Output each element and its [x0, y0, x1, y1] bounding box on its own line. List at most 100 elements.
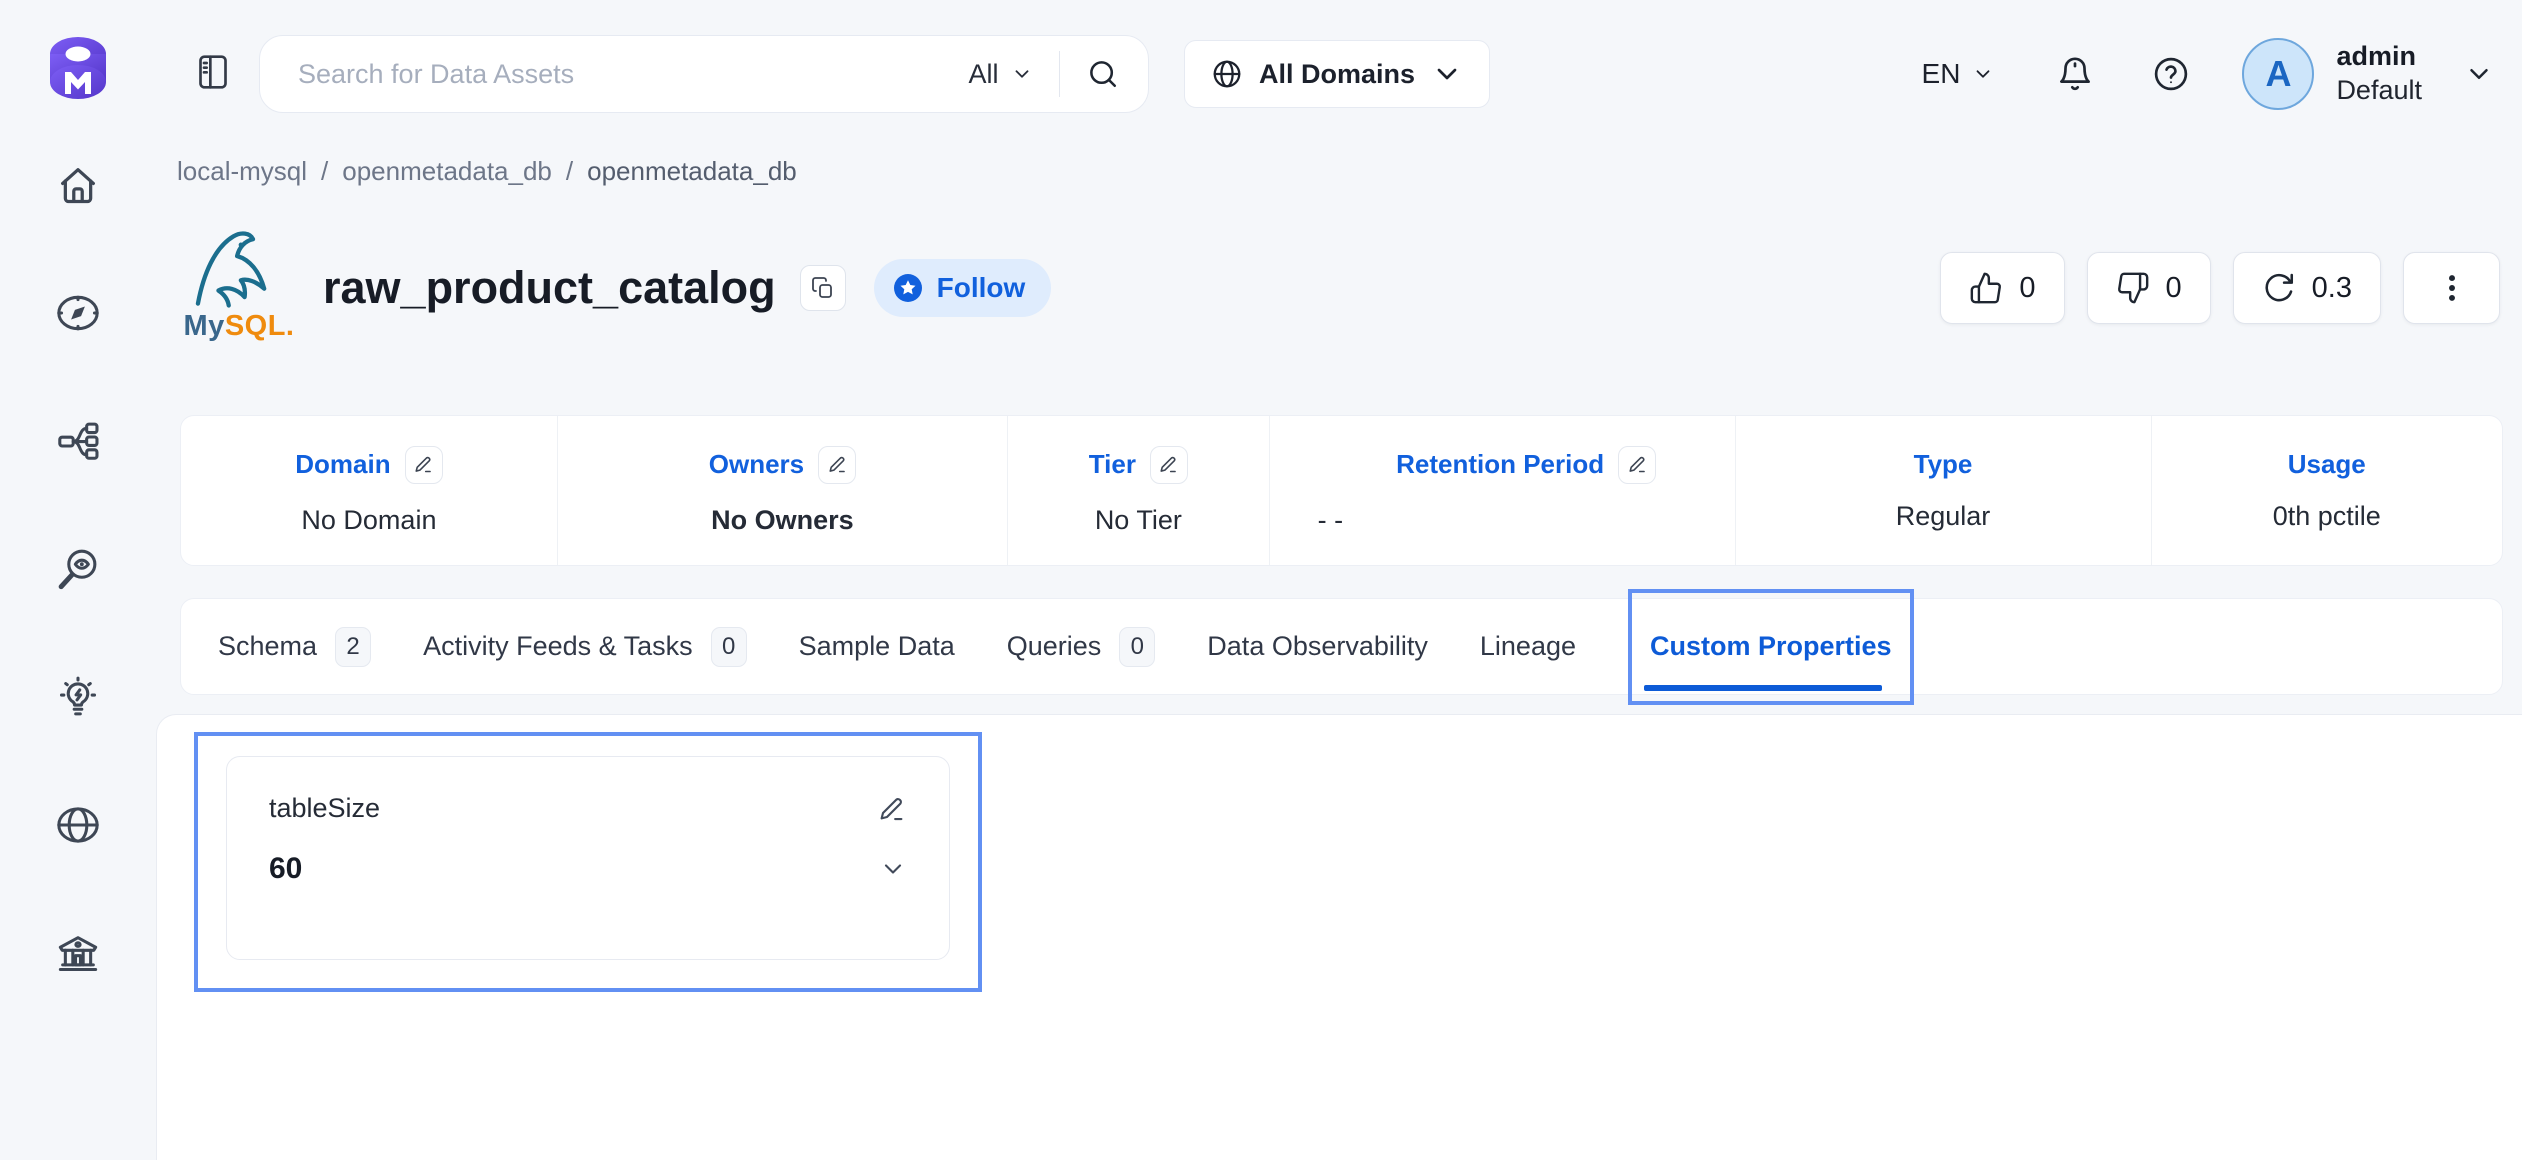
sidebar-item-govern[interactable]: [55, 930, 101, 976]
retention-label: Retention Period: [1396, 449, 1604, 480]
help-icon[interactable]: [2152, 55, 2190, 93]
tab-queries[interactable]: Queries 0: [1007, 627, 1156, 667]
chevron-down-icon: [1972, 63, 1994, 85]
sidebar-nav: [55, 162, 101, 976]
domain-label: Domain: [295, 449, 390, 480]
all-domains-button[interactable]: All Domains: [1184, 40, 1490, 108]
edit-property-icon[interactable]: [877, 794, 907, 824]
breadcrumb-service[interactable]: local-mysql: [177, 156, 307, 187]
tab-data-observability[interactable]: Data Observability: [1207, 631, 1428, 662]
chevron-down-icon: [1011, 63, 1033, 85]
insights-bulb-icon: [55, 674, 101, 720]
search-scope-select[interactable]: All: [968, 59, 1032, 90]
govern-bank-icon: [55, 930, 101, 976]
entity-summary-card: Domain No Domain Owners No Owners Tier N…: [180, 415, 2503, 566]
edit-pencil-icon: [827, 454, 848, 475]
more-actions-button[interactable]: [2403, 252, 2500, 324]
edit-pencil-icon: [413, 454, 434, 475]
compass-icon: [55, 290, 101, 336]
breadcrumb-separator: /: [321, 156, 328, 187]
search-input[interactable]: [296, 58, 968, 91]
star-icon: [892, 272, 924, 304]
quality-lens-icon: [55, 546, 101, 592]
copy-name-button[interactable]: [800, 265, 846, 311]
follow-button[interactable]: Follow: [874, 259, 1052, 317]
all-domains-label: All Domains: [1259, 59, 1415, 90]
type-value: Regular: [1896, 501, 1991, 532]
language-selector[interactable]: EN: [1922, 58, 1995, 90]
version-history-icon: [2262, 271, 2296, 305]
entity-header: MySQL. raw_product_catalog Follow 0 0: [177, 220, 2500, 356]
notifications-bell-icon[interactable]: [2056, 55, 2094, 93]
tier-value: No Tier: [1095, 505, 1182, 536]
version-button[interactable]: 0.3: [2233, 252, 2381, 324]
tab-schema[interactable]: Schema 2: [218, 627, 371, 667]
mysql-dolphin-icon: [183, 222, 295, 318]
retention-value: - -: [1318, 505, 1343, 536]
property-value: 60: [269, 852, 302, 886]
expand-property-icon[interactable]: [879, 855, 907, 883]
breadcrumb-schema[interactable]: openmetadata_db: [587, 156, 797, 187]
summary-type: Type Regular: [1735, 416, 2151, 565]
upvote-button[interactable]: 0: [1940, 252, 2064, 324]
edit-pencil-icon: [877, 794, 907, 824]
summary-usage: Usage 0th pctile: [2151, 416, 2503, 565]
sidebar-item-quality[interactable]: [55, 546, 101, 592]
edit-tier-button[interactable]: [1150, 446, 1188, 484]
edit-pencil-icon: [1158, 454, 1179, 475]
breadcrumb: local-mysql / openmetadata_db / openmeta…: [177, 156, 797, 187]
sidebar-item-home[interactable]: [55, 162, 101, 208]
summary-retention: Retention Period - -: [1269, 416, 1735, 565]
annotation-box-property-card: tableSize 60: [194, 732, 982, 992]
sidebar-item-domains[interactable]: [55, 802, 101, 848]
sidebar-item-insights[interactable]: [55, 674, 101, 720]
tab-sample-data[interactable]: Sample Data: [799, 631, 955, 662]
downvote-count: 0: [2166, 272, 2182, 305]
kebab-menu-icon: [2435, 271, 2469, 305]
globe-icon: [55, 802, 101, 848]
flow-icon: [55, 418, 101, 464]
breadcrumb-separator: /: [566, 156, 573, 187]
breadcrumb-database[interactable]: openmetadata_db: [342, 156, 552, 187]
custom-properties-panel: tableSize 60: [156, 714, 2522, 1160]
tab-label: Lineage: [1480, 631, 1576, 662]
summary-tier: Tier No Tier: [1007, 416, 1269, 565]
globe-icon: [1211, 58, 1243, 90]
tab-count-badge: 2: [335, 627, 371, 667]
tab-count-badge: 0: [1119, 627, 1155, 667]
usage-value: 0th pctile: [2273, 501, 2381, 532]
active-tab-underline: [1644, 685, 1882, 691]
downvote-button[interactable]: 0: [2087, 252, 2211, 324]
custom-property-card: tableSize 60: [226, 756, 950, 960]
tab-count-badge: 0: [711, 627, 747, 667]
topbar: All All Domains EN: [156, 0, 2522, 148]
language-label: EN: [1922, 58, 1961, 90]
sidebar-item-explore[interactable]: [55, 290, 101, 336]
user-menu[interactable]: A admin Default: [2242, 38, 2494, 110]
owners-value: No Owners: [711, 505, 854, 536]
search-icon[interactable]: [1086, 57, 1120, 91]
tab-label: Schema: [218, 631, 317, 662]
sidebar-item-observability[interactable]: [55, 418, 101, 464]
home-icon: [55, 162, 101, 208]
upvote-count: 0: [2019, 272, 2035, 305]
tab-label: Activity Feeds & Tasks: [423, 631, 693, 662]
tab-lineage[interactable]: Lineage: [1480, 631, 1576, 662]
tab-activity-feeds[interactable]: Activity Feeds & Tasks 0: [423, 627, 747, 667]
copy-icon: [811, 276, 835, 300]
openmetadata-logo[interactable]: [39, 28, 117, 108]
edit-owners-button[interactable]: [818, 446, 856, 484]
search-divider: [1059, 51, 1061, 97]
user-role: Default: [2336, 74, 2422, 108]
avatar-initial: A: [2265, 53, 2291, 95]
tab-label: Data Observability: [1207, 631, 1428, 662]
edit-retention-button[interactable]: [1618, 446, 1656, 484]
mysql-wordmark: MySQL.: [184, 310, 295, 343]
version-number: 0.3: [2312, 272, 2352, 305]
edit-domain-button[interactable]: [405, 446, 443, 484]
chevron-down-icon: [879, 855, 907, 883]
tab-label: Sample Data: [799, 631, 955, 662]
sidebar-toggle-icon[interactable]: [193, 52, 233, 96]
tab-custom-properties[interactable]: Custom Properties: [1650, 631, 1892, 662]
property-name: tableSize: [269, 793, 380, 824]
